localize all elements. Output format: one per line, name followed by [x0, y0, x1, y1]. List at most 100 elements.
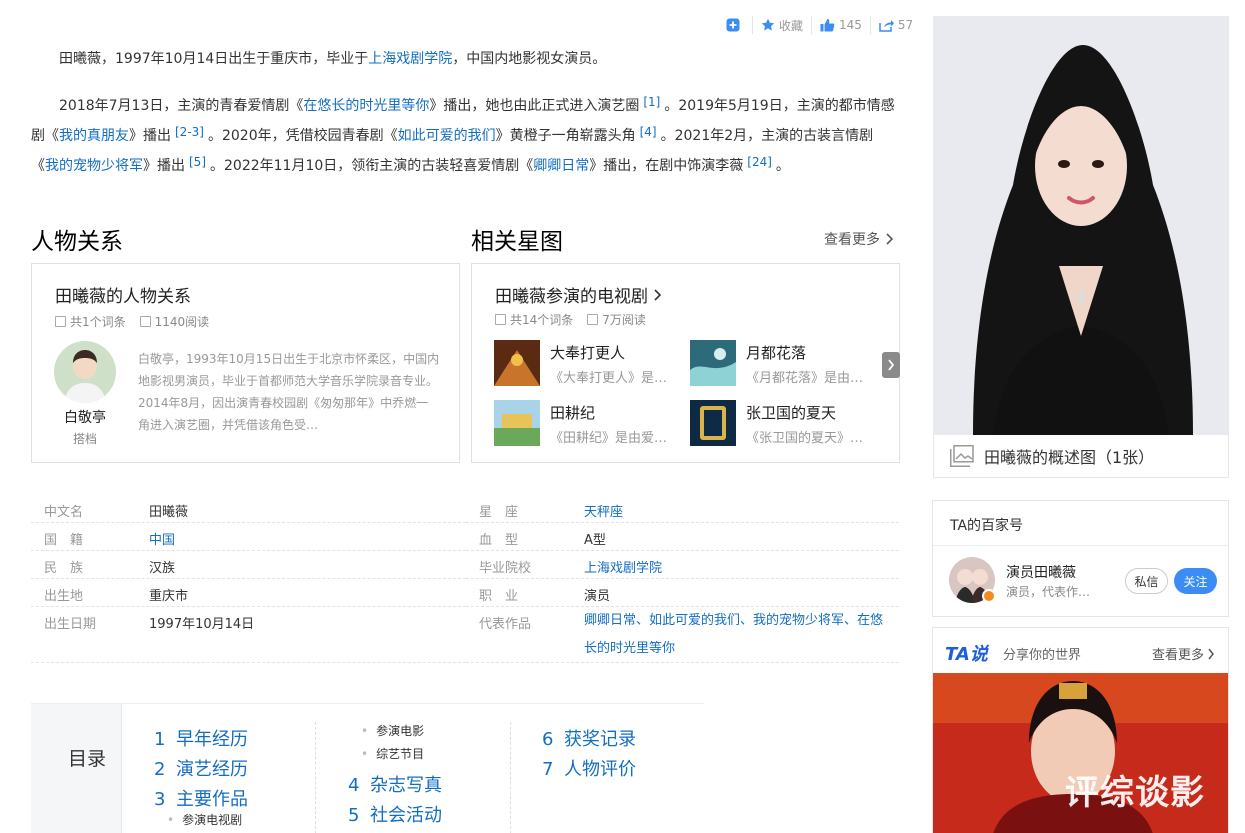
entry-icon: [495, 314, 506, 325]
link-drama-2[interactable]: 我的真朋友: [59, 128, 129, 144]
toc-number: 7: [542, 759, 554, 780]
chevron-right-icon: [1208, 648, 1214, 659]
toc-item-label: 演艺经历: [176, 759, 248, 780]
link-drama-3[interactable]: 如此可爱的我们: [398, 128, 496, 144]
add-button[interactable]: [718, 16, 753, 34]
show-poster: [494, 340, 540, 386]
toc-item-label: 社会活动: [370, 805, 442, 826]
reference-1[interactable]: [1]: [639, 95, 664, 109]
divider: [933, 545, 1228, 546]
avatar[interactable]: [54, 341, 116, 403]
info-value: 1997年10月14日: [149, 617, 255, 632]
info-row: 国 籍 中国: [31, 523, 466, 551]
relations-card[interactable]: 田曦薇的人物关系 共1个词条 1140阅读 白敬亭 搭档 白敬亭，1993年10…: [31, 263, 460, 463]
basic-info-right: 星 座 天秤座 血 型 A型 毕业院校 上海戏剧学院 职 业 演员 代表作品 卿…: [466, 495, 899, 663]
link-drama-1[interactable]: 在悠长的时光里等你: [303, 98, 429, 114]
toc-item-7[interactable]: 7 人物评价: [542, 755, 636, 781]
toc-number: 2: [154, 759, 166, 780]
info-label: 星 座: [479, 505, 519, 520]
reference-2[interactable]: [2-3]: [171, 125, 208, 139]
table-of-contents: 目录 1 早年经历 2 演艺经历 3 主要作品 参演电视剧 参演电影 综艺节目 4 杂志…: [31, 703, 704, 833]
chevron-right-icon: [654, 288, 662, 301]
link-shanghai-theatre-academy[interactable]: 上海戏剧学院: [368, 51, 452, 67]
toc-subitem[interactable]: 参演电视剧: [167, 811, 242, 828]
article-action-bar: 收藏 145 57: [718, 14, 921, 36]
info-value-link[interactable]: 中国: [149, 529, 175, 548]
show-item[interactable]: 田耕纪 《田耕纪》是由爱…: [494, 400, 684, 448]
info-value: 田曦薇: [149, 505, 189, 520]
info-value: A型: [584, 533, 606, 548]
favorite-button[interactable]: 收藏: [753, 16, 813, 34]
toc-subitem[interactable]: 参演电影: [361, 722, 424, 739]
link-drama-4[interactable]: 我的宠物少将军: [45, 158, 143, 174]
relations-card-title[interactable]: 田曦薇的人物关系: [55, 282, 191, 307]
like-button[interactable]: 145: [812, 16, 871, 34]
toc-item-label: 主要作品: [176, 789, 248, 810]
info-label: 职 业: [479, 589, 519, 604]
stars-card-title-text: 田曦薇参演的电视剧: [495, 287, 648, 307]
intro-paragraph-2: 2018年7月13日，主演的青春爱情剧《在悠长的时光里等你》播出，她也由此正式进…: [31, 89, 901, 179]
person-name[interactable]: 白敬亭: [54, 407, 116, 427]
toc-item-5[interactable]: 5 社会活动: [348, 801, 442, 827]
info-value-link[interactable]: 卿卿日常、如此可爱的我们、我的宠物少将军、在悠长的时光里等你: [584, 607, 892, 663]
intro-text: 。2022年11月10日，领衔主演的古装轻喜爱情剧《: [210, 158, 534, 174]
ta-shuo-image[interactable]: 评综谈影: [933, 673, 1228, 833]
entry-icon: [55, 316, 66, 327]
toc-item-6[interactable]: 6 获奖记录: [542, 725, 636, 751]
read-icon: [587, 314, 599, 325]
gallery-icon: [950, 445, 974, 467]
toc-item-1[interactable]: 1 早年经历: [154, 725, 248, 751]
chevron-right-icon: [886, 233, 894, 245]
toc-number: 5: [348, 805, 360, 826]
toc-subitem[interactable]: 综艺节目: [361, 745, 424, 762]
toc-item-label: 获奖记录: [564, 729, 636, 750]
info-label: 中文名: [44, 505, 84, 520]
message-button[interactable]: 私信: [1125, 568, 1168, 594]
carousel-next-button[interactable]: [882, 352, 900, 378]
show-item[interactable]: 大奉打更人 《大奉打更人》是…: [494, 340, 684, 388]
ta-shuo-more-link[interactable]: 查看更多: [1152, 644, 1215, 663]
info-value: 演员: [584, 589, 611, 604]
show-item[interactable]: 月都花落 《月都花落》是由…: [690, 340, 880, 388]
info-row: 职 业 演员: [466, 579, 899, 607]
info-label: 民 族: [44, 561, 84, 576]
toc-item-label: 杂志写真: [370, 775, 442, 796]
show-name: 田耕纪: [550, 404, 596, 422]
link-drama-5[interactable]: 卿卿日常: [533, 158, 589, 174]
intro-text: 》播出: [143, 158, 185, 174]
info-row: 血 型 A型: [466, 523, 899, 551]
info-label: 血 型: [479, 533, 519, 548]
follow-button[interactable]: 关注: [1174, 568, 1217, 594]
ta-shuo-logo: TA说: [945, 644, 988, 665]
info-value-link[interactable]: 天秤座: [584, 501, 623, 520]
stars-meta: 共14个词条 7万阅读: [495, 311, 646, 328]
toc-item-4[interactable]: 4 杂志写真: [348, 771, 442, 797]
overview-photo[interactable]: [933, 16, 1229, 435]
baijiahao-name[interactable]: 演员田曦薇: [1006, 562, 1076, 582]
show-item[interactable]: 张卫国的夏天 《张卫国的夏天》…: [690, 400, 880, 448]
read-count: 1140阅读: [154, 315, 210, 329]
reference-4[interactable]: [5]: [185, 155, 210, 169]
toc-column-divider: [315, 722, 316, 833]
reference-3[interactable]: [4]: [636, 125, 661, 139]
favorite-label: 收藏: [779, 18, 804, 33]
intro-text: 》播出，在剧中饰演李薇: [589, 158, 744, 174]
intro-text: ，中国内地影视女演员。: [452, 51, 607, 67]
info-row: 毕业院校 上海戏剧学院: [466, 551, 899, 579]
reference-5[interactable]: [24]: [743, 155, 776, 169]
toc-item-2[interactable]: 2 演艺经历: [154, 755, 248, 781]
watermark-text: 评综谈影: [1065, 773, 1205, 813]
baijiahao-title: TA的百家号: [950, 518, 1024, 534]
plus-square-icon: [726, 18, 740, 32]
info-value-link[interactable]: 上海戏剧学院: [584, 557, 662, 576]
photo-caption[interactable]: 田曦薇的概述图（1张）: [933, 435, 1229, 478]
show-name: 张卫国的夏天: [746, 404, 837, 422]
stars-more-link[interactable]: 查看更多: [824, 229, 894, 249]
share-icon: [879, 20, 894, 32]
stars-card-title[interactable]: 田曦薇参演的电视剧: [495, 282, 662, 307]
star-icon: [761, 18, 775, 31]
baijiahao-description: 演员，代表作…: [1006, 585, 1091, 599]
share-button[interactable]: 57: [871, 16, 921, 34]
toc-item-3[interactable]: 3 主要作品: [154, 785, 248, 811]
entry-count: 共1个词条: [70, 315, 126, 329]
